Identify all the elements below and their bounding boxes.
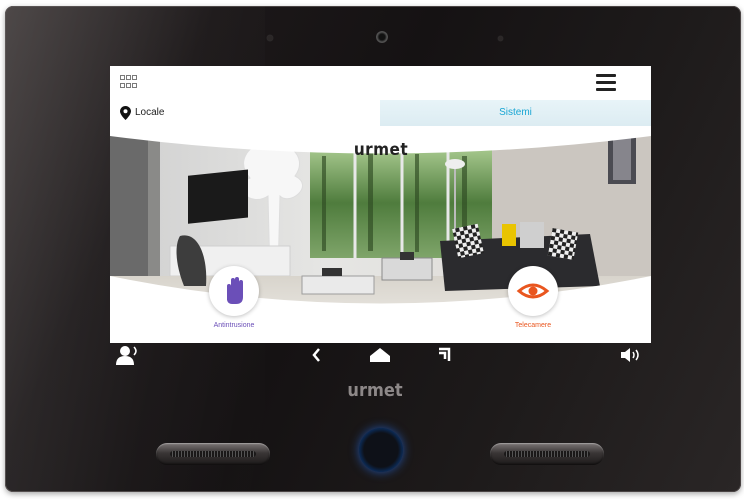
urmet-logo-screen: urmet (353, 140, 409, 160)
cameras-button[interactable] (508, 266, 558, 316)
hamburger-menu-icon[interactable] (596, 74, 616, 92)
touch-screen: Locale Sistemi urmet Antintrusione Telec… (110, 66, 651, 343)
cameras-label: Telecamere (514, 322, 552, 329)
call-button[interactable] (359, 428, 403, 472)
tab-sistemi-label: Sistemi (499, 107, 532, 118)
home-icon[interactable] (370, 348, 390, 362)
grid-icon[interactable] (120, 75, 138, 89)
tab-sistemi[interactable]: Sistemi (380, 100, 651, 126)
chevron-left-icon[interactable] (312, 348, 322, 362)
urmet-logo-device: urmet (347, 380, 403, 401)
recent-apps-icon[interactable] (437, 347, 451, 363)
speaker-grille-right (490, 443, 604, 465)
hand-stop-icon (227, 277, 243, 304)
tab-locale-label: Locale (135, 107, 165, 118)
intrusion-label: Antintrusione (213, 322, 255, 329)
tab-bar: Locale Sistemi (110, 100, 651, 126)
doorbell-person-icon[interactable] (116, 345, 138, 365)
tab-locale[interactable]: Locale (110, 100, 380, 126)
location-pin-icon (120, 106, 131, 120)
intrusion-button[interactable] (209, 266, 259, 316)
speaker-volume-icon[interactable] (621, 347, 643, 363)
sensor-right (498, 36, 503, 41)
eye-icon (516, 283, 550, 299)
navigation-bar (110, 343, 651, 369)
top-bar (110, 66, 651, 100)
camera-lens (376, 31, 388, 43)
sensor-left (267, 35, 273, 41)
speaker-grille-left (156, 443, 270, 465)
